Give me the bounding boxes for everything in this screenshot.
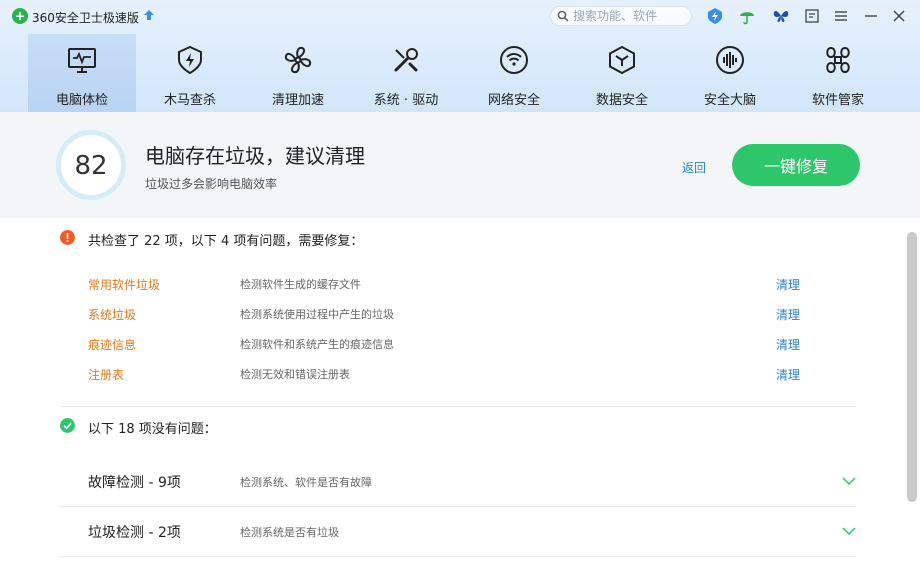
data-cube-icon: [609, 45, 635, 75]
app-logo-icon: +: [12, 8, 28, 24]
ok-category-row[interactable]: 故障检测 - 9项 检测系统、软件是否有故障: [60, 456, 856, 506]
search-input[interactable]: [573, 8, 683, 24]
nav-item-cleanup[interactable]: 清理加速: [244, 34, 352, 112]
nav-label: 木马查杀: [163, 93, 216, 108]
menu-icon[interactable]: [832, 7, 850, 25]
status-panel: 82 电脑存在垃圾，建议清理 垃圾过多会影响电脑效率 返回 一键修复: [0, 112, 920, 218]
nav-label: 数据安全: [595, 93, 648, 108]
chevron-down-icon[interactable]: [842, 476, 856, 486]
apps-icon: [826, 46, 850, 74]
clean-link[interactable]: 清理: [776, 276, 800, 293]
issue-row: 注册表 检测无效和错误注册表 清理: [88, 366, 828, 386]
clean-link[interactable]: 清理: [776, 306, 800, 323]
issue-row: 常用软件垃圾 检测软件生成的缓存文件 清理: [88, 276, 828, 296]
fan-icon: [284, 46, 312, 74]
issue-row: 痕迹信息 检测软件和系统产生的痕迹信息 清理: [88, 336, 828, 356]
nav-item-security-brain[interactable]: 安全大脑: [676, 34, 784, 112]
one-click-fix-button[interactable]: 一键修复: [732, 144, 860, 186]
nav-item-software-manager[interactable]: 软件管家: [784, 34, 892, 112]
titlebar: + 360安全卫士极速版: [0, 0, 920, 32]
issue-name: 常用软件垃圾: [88, 278, 161, 292]
top-header: + 360安全卫士极速版 搜索功能、软件 电脑体检 木马查杀 清理加速 系统 ·…: [0, 0, 920, 112]
issue-name: 痕迹信息: [88, 338, 137, 352]
chevron-down-icon[interactable]: [842, 526, 856, 536]
wifi-icon: [500, 46, 528, 74]
nav-item-system-driver[interactable]: 系统 · 驱动: [352, 34, 460, 112]
section-divider: [60, 406, 856, 407]
search-icon: [557, 10, 569, 22]
status-subtitle: 垃圾过多会影响电脑效率: [145, 177, 278, 191]
brain-icon: [716, 46, 744, 74]
nav-label: 清理加速: [271, 93, 324, 108]
umbrella-icon[interactable]: [738, 7, 756, 25]
shield-bolt-icon: [178, 45, 202, 75]
butterfly-icon[interactable]: [772, 7, 790, 25]
nav-label: 安全大脑: [703, 93, 756, 108]
ok-category-desc: 检测系统、软件是否有故障: [240, 476, 372, 489]
shield-bolt-icon[interactable]: [706, 7, 724, 25]
issue-name: 注册表: [88, 368, 125, 382]
back-link[interactable]: 返回: [682, 159, 706, 176]
monitor-pulse-icon: [68, 48, 96, 73]
ok-category-desc: 检测系统是否有垃圾: [240, 526, 339, 539]
search-box[interactable]: [550, 6, 692, 26]
close-icon[interactable]: [890, 7, 908, 25]
ok-category-name: 故障检测 - 9项: [88, 475, 181, 491]
health-score: 82: [74, 151, 108, 181]
issues-heading-text: 共检查了 22 项，以下 4 项有问题，需要修复：: [88, 234, 364, 249]
nav-item-data-security[interactable]: 数据安全: [568, 34, 676, 112]
warning-icon: [60, 230, 75, 245]
nav-item-trojan-scan[interactable]: 木马查杀: [136, 34, 244, 112]
main-nav: 电脑体检 木马查杀 清理加速 系统 · 驱动 网络安全 数据安全 安全大脑 软件…: [28, 34, 892, 112]
row-divider: [60, 556, 856, 557]
issue-name: 系统垃圾: [88, 308, 137, 322]
status-title: 电脑存在垃圾，建议清理: [145, 144, 365, 168]
clean-link[interactable]: 清理: [776, 336, 800, 353]
issue-desc: 检测软件和系统产生的痕迹信息: [240, 338, 394, 351]
issue-row: 系统垃圾 检测系统使用过程中产生的垃圾 清理: [88, 306, 828, 326]
issue-desc: 检测软件生成的缓存文件: [240, 278, 361, 291]
vertical-scrollbar[interactable]: [907, 232, 917, 502]
ok-heading-text: 以下 18 项没有问题：: [88, 422, 217, 437]
check-circle-icon: [60, 418, 75, 433]
feedback-icon[interactable]: [803, 7, 821, 25]
nav-label: 网络安全: [487, 93, 540, 108]
issue-desc: 检测系统使用过程中产生的垃圾: [240, 308, 394, 321]
app-title: 360安全卫士极速版: [32, 11, 139, 25]
nav-label: 电脑体检: [55, 93, 108, 108]
issue-desc: 检测无效和错误注册表: [240, 368, 350, 381]
clean-link[interactable]: 清理: [776, 366, 800, 383]
nav-item-pc-checkup[interactable]: 电脑体检: [28, 34, 136, 112]
ok-category-name: 垃圾检测 - 2项: [88, 525, 181, 541]
ok-category-row[interactable]: 垃圾检测 - 2项 检测系统是否有垃圾: [60, 506, 856, 556]
nav-label: 系统 · 驱动: [373, 93, 439, 108]
nav-item-network-security[interactable]: 网络安全: [460, 34, 568, 112]
minimize-icon[interactable]: [862, 7, 880, 25]
nav-label: 软件管家: [811, 93, 864, 108]
upgrade-arrow-icon[interactable]: [142, 8, 156, 22]
score-ring: 82: [56, 130, 126, 200]
tools-icon: [394, 48, 418, 72]
